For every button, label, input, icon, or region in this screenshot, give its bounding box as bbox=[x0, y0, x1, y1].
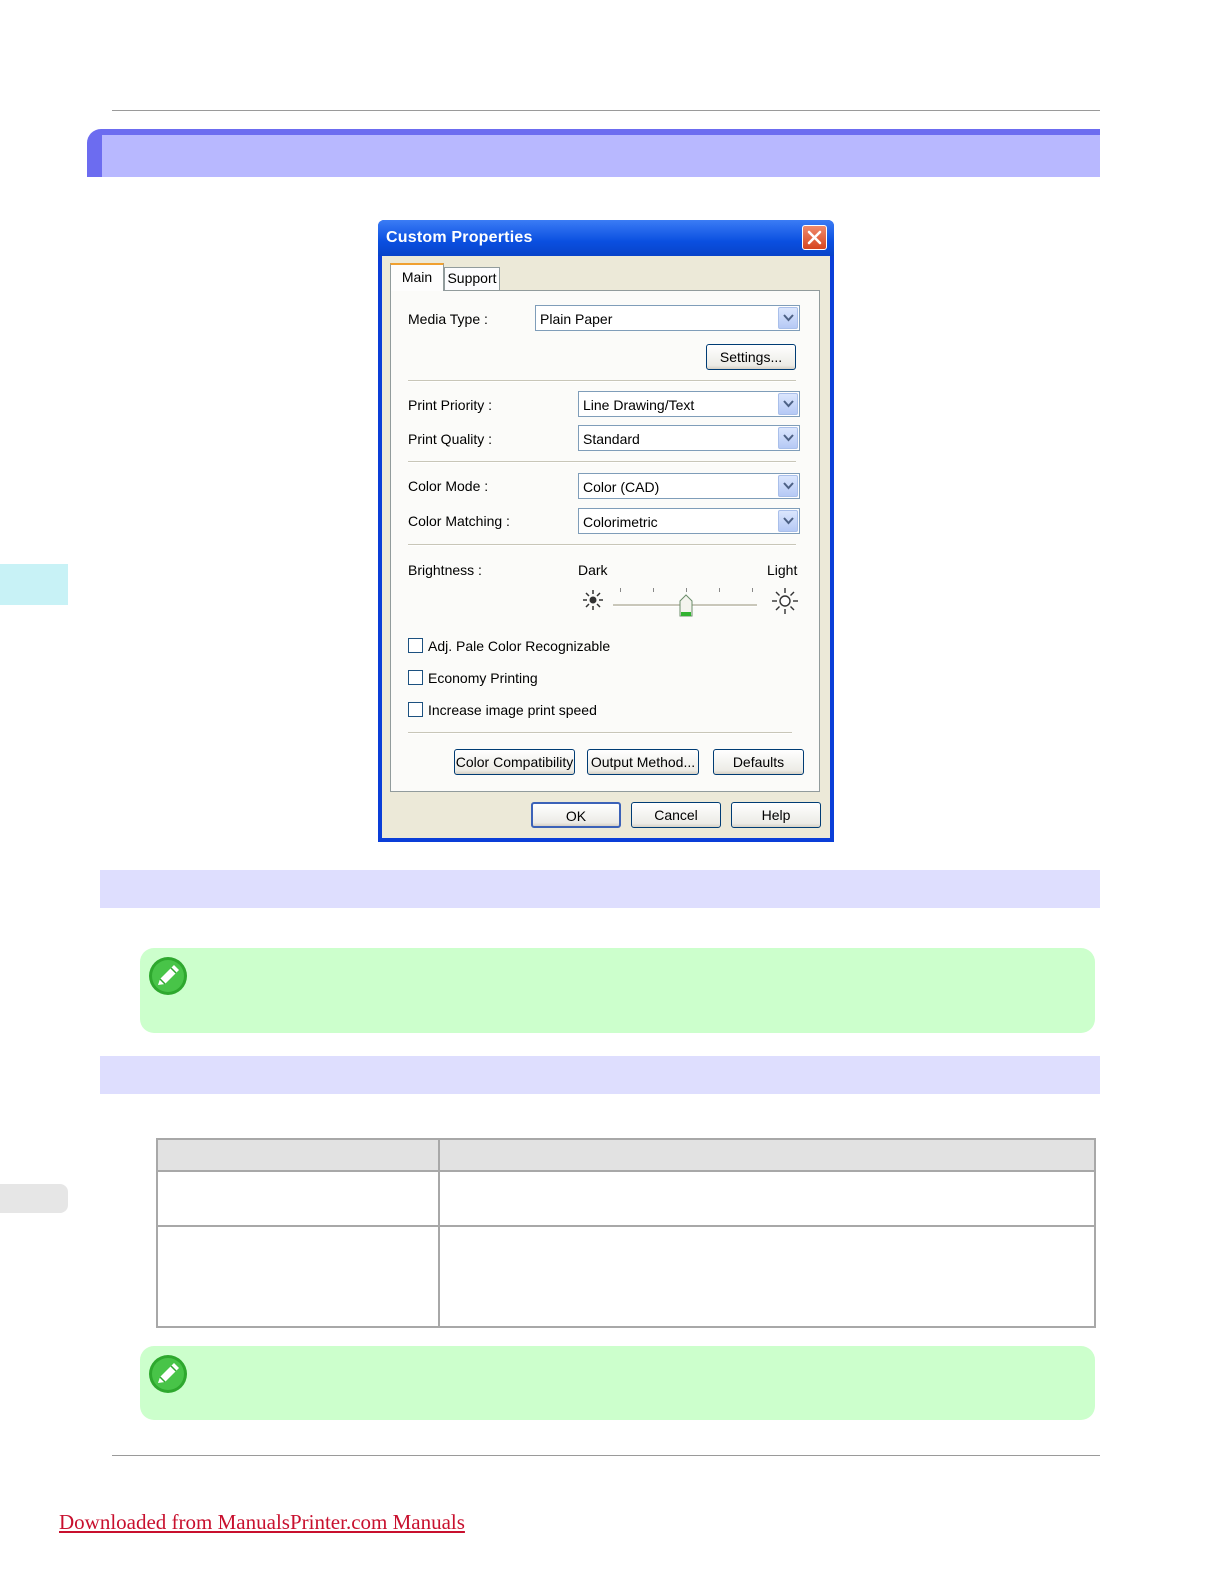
slider-tick bbox=[653, 588, 654, 592]
tab-support[interactable]: Support bbox=[444, 267, 500, 290]
print-quality-dropdown-arrow[interactable] bbox=[778, 427, 798, 449]
print-quality-value: Standard bbox=[583, 431, 640, 447]
media-type-value: Plain Paper bbox=[540, 311, 613, 327]
print-priority-dropdown-arrow[interactable] bbox=[778, 393, 798, 415]
increase-speed-checkbox[interactable] bbox=[408, 702, 423, 717]
close-button[interactable] bbox=[802, 225, 827, 250]
chevron-down-icon bbox=[783, 517, 794, 525]
note-pencil-icon bbox=[149, 957, 187, 995]
slider-thumb[interactable] bbox=[678, 594, 694, 618]
output-method-button[interactable]: Output Method... bbox=[587, 749, 699, 775]
bottom-rule bbox=[112, 1455, 1100, 1456]
cancel-button[interactable]: Cancel bbox=[631, 802, 721, 828]
ok-button[interactable]: OK bbox=[531, 802, 621, 828]
close-icon bbox=[807, 230, 822, 245]
separator bbox=[408, 461, 796, 463]
top-rule bbox=[112, 110, 1100, 111]
separator bbox=[408, 732, 792, 734]
table-header-cell bbox=[156, 1138, 440, 1172]
slider-tick bbox=[620, 588, 621, 592]
color-mode-label: Color Mode : bbox=[408, 478, 489, 494]
tab-main[interactable]: Main bbox=[390, 263, 444, 291]
chevron-down-icon bbox=[783, 482, 794, 490]
economy-printing-checkbox[interactable] bbox=[408, 670, 423, 685]
section-heading-band bbox=[100, 870, 1100, 908]
chevron-down-icon bbox=[783, 314, 794, 322]
media-type-select[interactable]: Plain Paper bbox=[535, 305, 800, 331]
print-priority-value: Line Drawing/Text bbox=[583, 397, 695, 413]
dialog-title: Custom Properties bbox=[386, 229, 533, 246]
main-tab-panel: Media Type : Plain Paper Settings... Pri… bbox=[390, 290, 820, 792]
table-header-cell bbox=[438, 1138, 1096, 1172]
adj-pale-color-label[interactable]: Adj. Pale Color Recognizable bbox=[428, 638, 610, 654]
color-mode-value: Color (CAD) bbox=[583, 479, 660, 495]
color-matching-select[interactable]: Colorimetric bbox=[578, 508, 800, 534]
brightness-slider[interactable] bbox=[613, 588, 759, 618]
dialog-client-area: Main Support Media Type : Plain Paper Se… bbox=[382, 256, 830, 838]
print-quality-select[interactable]: Standard bbox=[578, 425, 800, 451]
brightness-label: Brightness : bbox=[408, 562, 482, 578]
note-pencil-icon bbox=[149, 1355, 187, 1393]
print-quality-label: Print Quality : bbox=[408, 431, 493, 447]
section-heading-band bbox=[100, 1056, 1100, 1094]
settings-button[interactable]: Settings... bbox=[706, 344, 796, 370]
custom-properties-dialog: Custom Properties Main Support Media Typ… bbox=[378, 220, 834, 842]
note-box bbox=[140, 948, 1095, 1033]
media-type-label: Media Type : bbox=[408, 311, 488, 327]
print-priority-label: Print Priority : bbox=[408, 397, 493, 413]
separator bbox=[408, 544, 796, 546]
table-row bbox=[156, 1225, 1096, 1328]
print-priority-select[interactable]: Line Drawing/Text bbox=[578, 391, 800, 417]
note-box bbox=[140, 1346, 1095, 1420]
economy-printing-label[interactable]: Economy Printing bbox=[428, 670, 538, 686]
settings-table bbox=[156, 1138, 1096, 1328]
chevron-down-icon bbox=[783, 434, 794, 442]
slider-tick bbox=[719, 588, 720, 592]
dark-sun-icon bbox=[583, 590, 603, 610]
slider-tick bbox=[752, 588, 753, 592]
color-mode-dropdown-arrow[interactable] bbox=[778, 475, 798, 497]
increase-speed-label[interactable]: Increase image print speed bbox=[428, 702, 597, 718]
dialog-titlebar: Custom Properties bbox=[378, 220, 834, 256]
color-compatibility-button[interactable]: Color Compatibility bbox=[454, 749, 575, 775]
side-chapter-tab bbox=[0, 564, 68, 605]
table-header-row bbox=[156, 1138, 1096, 1172]
chapter-header-inner bbox=[102, 135, 1100, 177]
table-cell bbox=[438, 1170, 1096, 1227]
brightness-light-label: Light bbox=[767, 562, 798, 578]
media-type-dropdown-arrow[interactable] bbox=[778, 307, 798, 329]
table-row bbox=[156, 1170, 1096, 1227]
color-matching-label: Color Matching : bbox=[408, 513, 510, 529]
table-cell bbox=[156, 1225, 440, 1328]
table-cell bbox=[438, 1225, 1096, 1328]
light-sun-icon bbox=[772, 588, 798, 614]
table-cell bbox=[156, 1170, 440, 1227]
slider-tick bbox=[686, 588, 687, 592]
defaults-button[interactable]: Defaults bbox=[713, 749, 804, 775]
brightness-dark-label: Dark bbox=[578, 562, 608, 578]
side-index-tab bbox=[0, 1184, 68, 1213]
color-matching-value: Colorimetric bbox=[583, 514, 658, 530]
adj-pale-color-checkbox[interactable] bbox=[408, 638, 423, 653]
chevron-down-icon bbox=[783, 400, 794, 408]
help-button[interactable]: Help bbox=[731, 802, 821, 828]
color-matching-dropdown-arrow[interactable] bbox=[778, 510, 798, 532]
separator bbox=[408, 380, 796, 382]
footer-download-link[interactable]: Downloaded from ManualsPrinter.com Manua… bbox=[59, 1510, 465, 1535]
color-mode-select[interactable]: Color (CAD) bbox=[578, 473, 800, 499]
